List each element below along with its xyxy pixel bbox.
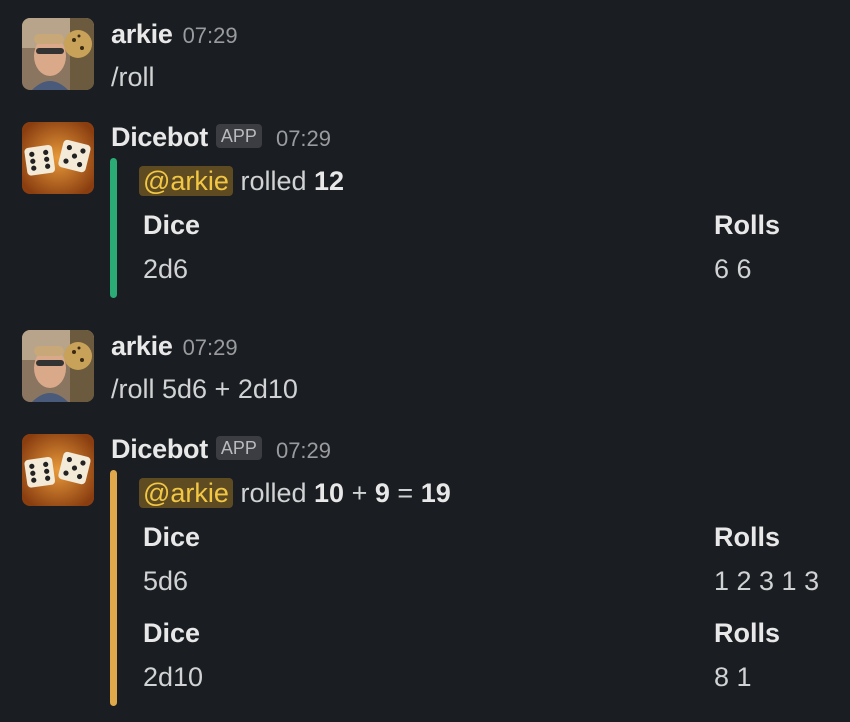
- rolls-field-label: Rolls: [714, 618, 781, 648]
- rolls-field-label: Rolls: [714, 522, 781, 552]
- timestamp[interactable]: 07:29: [183, 23, 238, 48]
- user-mention[interactable]: @arkie: [139, 166, 233, 196]
- attachment-accent-bar: [110, 470, 117, 706]
- dice-field-value: 2d6: [143, 254, 189, 284]
- dice-field-value: 5d6: [143, 566, 189, 596]
- avatar-arkie[interactable]: [22, 330, 94, 402]
- message-header: arkie 07:29: [111, 331, 238, 362]
- message-header: Dicebot APP 07:29: [111, 122, 331, 153]
- dice-field-label: Dice: [143, 618, 201, 648]
- roll-total: 12: [314, 166, 345, 196]
- dice-field-label: Dice: [143, 210, 201, 240]
- timestamp[interactable]: 07:29: [276, 126, 331, 151]
- rolls-field-value: 8 1: [714, 662, 752, 692]
- timestamp[interactable]: 07:29: [276, 438, 331, 463]
- message-header: Dicebot APP 07:29: [111, 434, 331, 465]
- equals-sign: =: [397, 478, 414, 508]
- message-header: arkie 07:29: [111, 19, 238, 50]
- dice-field-label: Dice: [143, 522, 201, 552]
- roll-subtotal-b: 9: [374, 478, 390, 508]
- rolled-text: rolled: [240, 478, 307, 508]
- author-name[interactable]: arkie: [111, 19, 173, 49]
- author-name[interactable]: Dicebot: [111, 122, 208, 152]
- author-name[interactable]: Dicebot: [111, 434, 208, 464]
- message-text: /roll 5d6 + 2d10: [111, 374, 298, 404]
- rolled-text: rolled: [240, 166, 307, 196]
- roll-result-line: @arkie rolled 12: [139, 166, 345, 197]
- attachment-accent-bar: [110, 158, 117, 298]
- app-badge: APP: [215, 436, 262, 460]
- user-mention[interactable]: @arkie: [139, 478, 233, 508]
- roll-result-line: @arkie rolled 10 + 9 = 19: [139, 478, 451, 509]
- rolls-field-value: 1 2 3 1 3: [714, 566, 820, 596]
- plus-sign: +: [351, 478, 368, 508]
- avatar-dicebot[interactable]: [22, 122, 94, 194]
- timestamp[interactable]: 07:29: [183, 335, 238, 360]
- rolls-field-value: 6 6: [714, 254, 752, 284]
- roll-subtotal-a: 10: [314, 478, 345, 508]
- avatar-arkie[interactable]: [22, 18, 94, 90]
- author-name[interactable]: arkie: [111, 331, 173, 361]
- rolls-field-label: Rolls: [714, 210, 781, 240]
- avatar-dicebot[interactable]: [22, 434, 94, 506]
- dice-field-value: 2d10: [143, 662, 204, 692]
- roll-total: 19: [420, 478, 451, 508]
- app-badge: APP: [215, 124, 262, 148]
- message-text: /roll: [111, 62, 155, 92]
